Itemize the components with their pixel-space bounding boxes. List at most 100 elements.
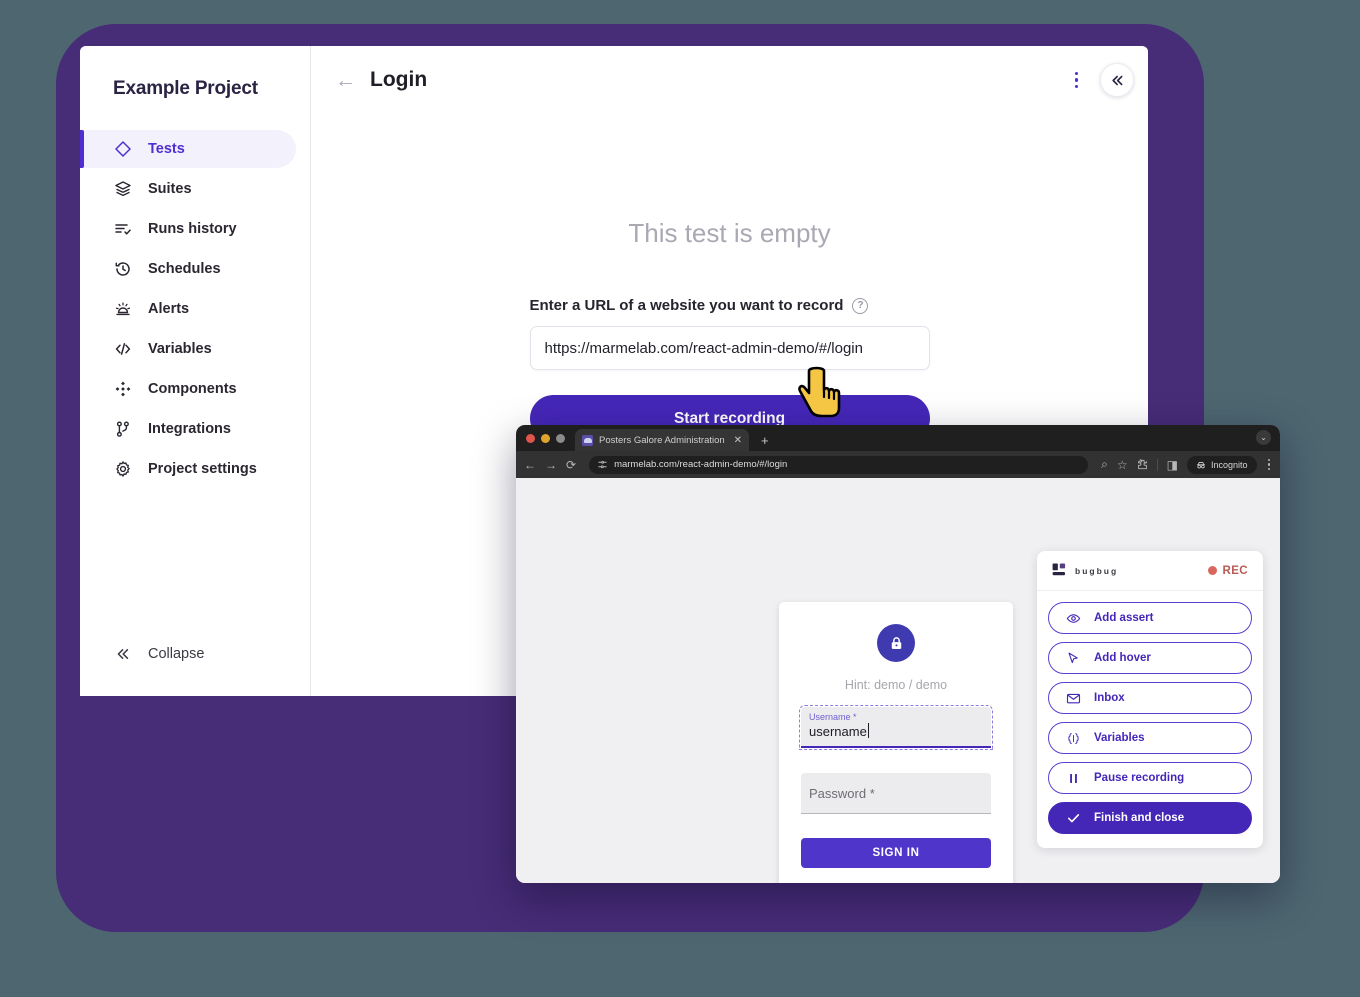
url-label-text: Enter a URL of a website you want to rec… (529, 297, 844, 314)
site-settings-icon[interactable] (598, 460, 607, 469)
sidebar-item-label: Schedules (148, 261, 221, 277)
extensions-icon[interactable] (1137, 459, 1148, 470)
check-icon (1066, 811, 1081, 826)
diamond-icon (113, 140, 132, 159)
list-check-icon (113, 220, 132, 239)
sidebar-item-components[interactable]: Components (80, 370, 296, 408)
address-bar-url: marmelab.com/react-admin-demo/#/login (614, 459, 788, 470)
incognito-icon (1196, 461, 1206, 468)
recording-status-label: REC (1222, 564, 1248, 577)
browser-tab[interactable]: Posters Galore Administration ✕ (575, 429, 749, 451)
sidebar-item-label: Alerts (148, 301, 190, 317)
zoom-icon[interactable]: ⌕ (1101, 457, 1108, 472)
clock-history-icon (113, 260, 132, 279)
add-hover-button[interactable]: Add hover (1048, 642, 1252, 674)
minimize-window-button[interactable] (541, 433, 550, 443)
password-field[interactable]: Password * (801, 773, 991, 814)
login-card: Hint: demo / demo Username * username Pa… (779, 602, 1013, 883)
recorder-header: bugbug REC (1037, 551, 1263, 591)
chevron-double-left-icon (113, 645, 132, 664)
username-field[interactable]: Username * username (799, 705, 993, 750)
browser-menu-icon[interactable] (1266, 458, 1273, 471)
sidebar-item-alerts[interactable]: Alerts (80, 290, 296, 328)
eye-icon (1066, 611, 1081, 626)
browser-toolbar: ← → ⟳ marmelab.com/react-admin-demo/#/lo… (516, 451, 1280, 478)
lock-icon (877, 624, 915, 662)
browser-tab-strip: Posters Galore Administration ✕ + ⌄ (516, 425, 1280, 451)
sidebar-item-label: Project settings (148, 461, 257, 477)
url-field-label: Enter a URL of a website you want to rec… (530, 297, 930, 314)
browser-page-content: Hint: demo / demo Username * username Pa… (516, 478, 1280, 883)
bugbug-wordmark: bugbug (1075, 566, 1119, 576)
empty-state-title: This test is empty (628, 218, 831, 248)
sidebar-item-suites[interactable]: Suites (80, 170, 296, 208)
incognito-label: Incognito (1210, 459, 1248, 470)
panel-collapse-button[interactable] (1100, 63, 1134, 97)
pause-icon (1066, 771, 1081, 786)
recorder-button-label: Add assert (1094, 612, 1154, 624)
browser-window: Posters Galore Administration ✕ + ⌄ ← → … (516, 425, 1280, 883)
sign-in-button[interactable]: SIGN IN (801, 838, 991, 868)
new-tab-button[interactable]: + (761, 433, 769, 448)
recorder-button-label: Variables (1094, 732, 1145, 744)
browser-tab-title: Posters Galore Administration (599, 434, 725, 446)
address-bar[interactable]: marmelab.com/react-admin-demo/#/login (589, 455, 1089, 474)
add-assert-button[interactable]: Add assert (1048, 602, 1252, 634)
toolbar-divider (1156, 458, 1158, 471)
sidebar-item-tests[interactable]: Tests (80, 130, 296, 168)
recorder-button-label: Add hover (1094, 652, 1151, 664)
project-title: Example Project (113, 78, 258, 99)
braces-icon (1066, 731, 1081, 746)
username-value: username (809, 724, 867, 739)
variables-button[interactable]: Variables (1048, 722, 1252, 754)
back-icon[interactable]: ← (524, 458, 536, 472)
pause-recording-button[interactable]: Pause recording (1048, 762, 1252, 794)
question-circle-icon[interactable]: ? (852, 297, 869, 314)
recorder-button-label: Pause recording (1094, 772, 1185, 784)
main-header: ← Login (311, 46, 1148, 114)
bugbug-logo: bugbug (1052, 563, 1118, 578)
sidebar-item-label: Tests (148, 141, 185, 157)
split-view-icon[interactable]: ◨ (1167, 458, 1178, 472)
sidebar-item-integrations[interactable]: Integrations (80, 410, 296, 448)
favicon-icon (582, 434, 593, 446)
inbox-button[interactable]: Inbox (1048, 682, 1252, 714)
maximize-window-button[interactable] (556, 433, 565, 443)
reload-icon[interactable]: ⟳ (566, 458, 576, 472)
recorder-actions: Add assert Add hover Inbox Variables Pau… (1037, 591, 1263, 848)
layers-icon (113, 180, 132, 199)
close-window-button[interactable] (526, 433, 535, 443)
code-icon (113, 340, 132, 359)
sidebar-collapse-button[interactable]: Collapse (80, 634, 310, 674)
recorder-button-label: Inbox (1094, 692, 1125, 704)
sidebar-item-schedules[interactable]: Schedules (80, 250, 296, 288)
arrow-left-icon[interactable]: ← (335, 70, 356, 91)
recorder-panel: bugbug REC Add assert Add hover Inbox Va… (1037, 551, 1263, 848)
sidebar-item-runs-history[interactable]: Runs history (80, 210, 296, 248)
recording-status-badge: REC (1207, 564, 1248, 577)
close-icon[interactable]: ✕ (734, 435, 742, 446)
sidebar: Example Project Tests Suites Runs histor… (80, 46, 311, 696)
kebab-menu-icon[interactable] (1069, 66, 1085, 95)
recorder-button-label: Finish and close (1094, 812, 1185, 824)
incognito-badge[interactable]: Incognito (1186, 455, 1257, 474)
sidebar-item-label: Variables (148, 341, 212, 357)
sidebar-nav: Tests Suites Runs history Schedules Aler… (80, 130, 310, 634)
finish-and-close-button[interactable]: Finish and close (1048, 802, 1252, 834)
bookmark-star-icon[interactable]: ☆ (1117, 458, 1128, 472)
bugbug-mark-icon (1052, 563, 1066, 576)
envelope-icon (1066, 691, 1081, 706)
password-placeholder: Password * (809, 785, 875, 801)
sidebar-collapse-label: Collapse (148, 646, 205, 662)
forward-icon[interactable]: → (545, 458, 557, 472)
field-spacer (801, 748, 991, 773)
sidebar-item-label: Integrations (148, 421, 231, 437)
chevron-down-icon[interactable]: ⌄ (1256, 430, 1271, 445)
alarm-icon (113, 300, 132, 319)
cursor-icon (1066, 651, 1081, 666)
sidebar-item-project-settings[interactable]: Project settings (80, 450, 296, 488)
sidebar-item-variables[interactable]: Variables (80, 330, 296, 368)
username-label: Username * (809, 712, 857, 722)
url-input[interactable] (529, 326, 930, 370)
window-traffic-lights[interactable] (526, 425, 575, 451)
